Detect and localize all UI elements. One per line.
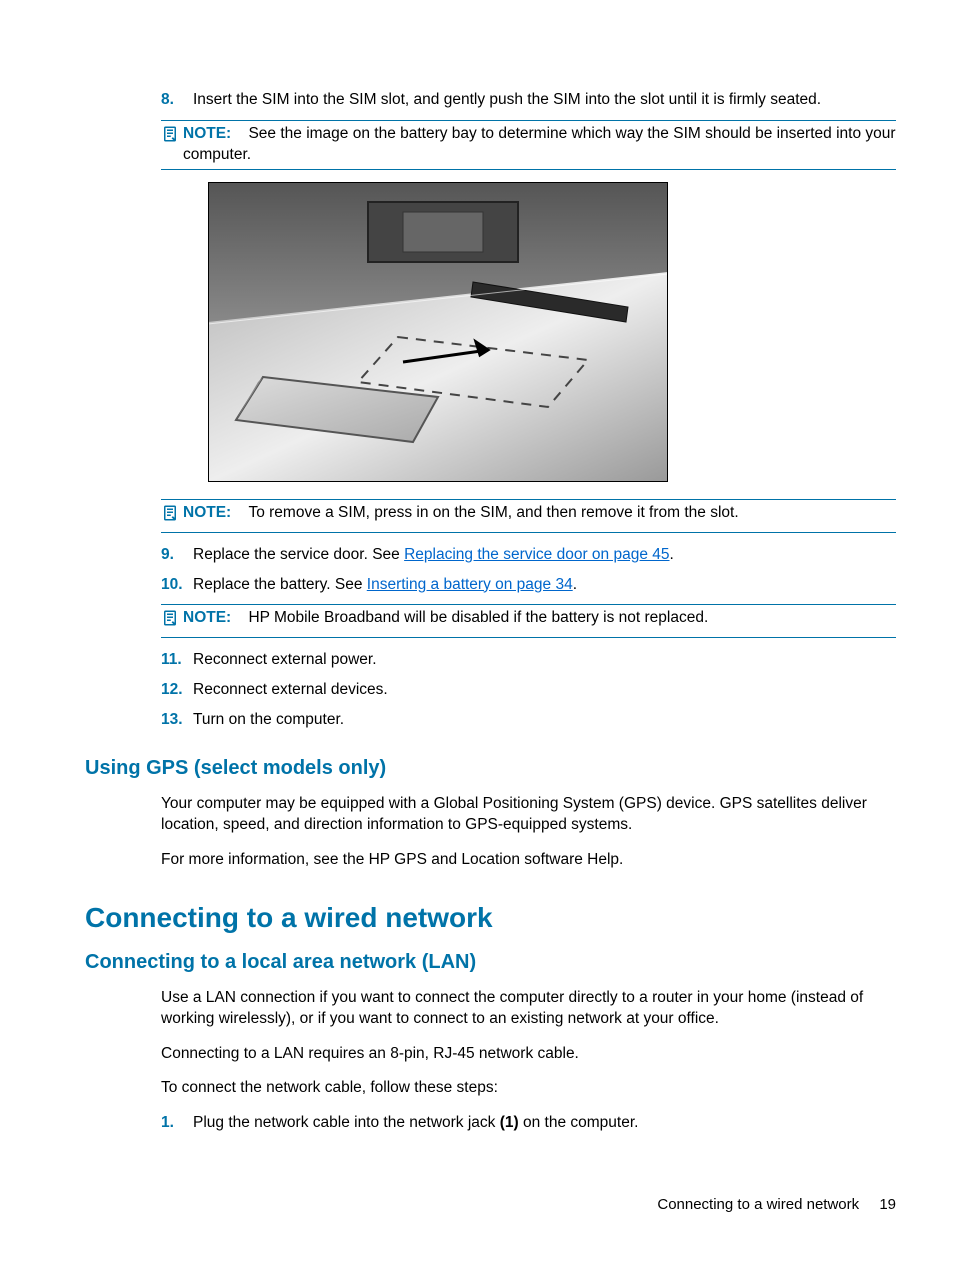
heading-lan: Connecting to a local area network (LAN) [85, 949, 896, 976]
note-icon [161, 609, 183, 634]
step-post: on the computer. [519, 1114, 639, 1131]
step-text: Replace the battery. See Inserting a bat… [193, 575, 896, 596]
step-pre: Replace the battery. See [193, 576, 367, 593]
step-bold: (1) [500, 1114, 519, 1131]
note-label: NOTE: [183, 125, 231, 142]
note-icon [161, 504, 183, 529]
step-post: . [573, 576, 577, 593]
step-12: 12. Reconnect external devices. [161, 680, 896, 701]
sim-slot-illustration [208, 182, 896, 489]
step-13: 13. Turn on the computer. [161, 710, 896, 731]
step-11: 11. Reconnect external power. [161, 650, 896, 671]
step-pre: Plug the network cable into the network … [193, 1114, 500, 1131]
para-lan-2: Connecting to a LAN requires an 8-pin, R… [161, 1044, 896, 1065]
link-service-door[interactable]: Replacing the service door on page 45 [404, 546, 669, 563]
step-number: 9. [161, 545, 193, 566]
step-text: Reconnect external power. [193, 650, 896, 671]
step-number: 11. [161, 650, 193, 671]
note-box-2: NOTE: To remove a SIM, press in on the S… [161, 499, 896, 533]
note-content: NOTE: See the image on the battery bay t… [183, 124, 896, 166]
para-gps-2: For more information, see the HP GPS and… [161, 850, 896, 871]
page-number: 19 [879, 1196, 896, 1213]
step-text: Replace the service door. See Replacing … [193, 545, 896, 566]
note-label: NOTE: [183, 609, 231, 626]
step-number: 10. [161, 575, 193, 596]
note-label: NOTE: [183, 504, 231, 521]
para-lan-3: To connect the network cable, follow the… [161, 1078, 896, 1099]
step-10: 10. Replace the battery. See Inserting a… [161, 575, 896, 596]
step-text: Insert the SIM into the SIM slot, and ge… [193, 90, 896, 111]
note-icon [161, 125, 183, 150]
note-content: NOTE: To remove a SIM, press in on the S… [183, 503, 896, 524]
note-box-1: NOTE: See the image on the battery bay t… [161, 120, 896, 170]
para-lan-1: Use a LAN connection if you want to conn… [161, 988, 896, 1030]
step-pre: Replace the service door. See [193, 546, 404, 563]
page-footer: Connecting to a wired network 19 [657, 1195, 896, 1215]
footer-label: Connecting to a wired network [657, 1196, 859, 1213]
step-number: 1. [161, 1113, 193, 1134]
note-content: NOTE: HP Mobile Broadband will be disabl… [183, 608, 896, 629]
para-gps-1: Your computer may be equipped with a Glo… [161, 794, 896, 836]
step-number: 13. [161, 710, 193, 731]
heading-gps: Using GPS (select models only) [85, 755, 896, 782]
step-number: 8. [161, 90, 193, 111]
heading-wired: Connecting to a wired network [85, 899, 896, 937]
step-8: 8. Insert the SIM into the SIM slot, and… [161, 90, 896, 111]
step-9: 9. Replace the service door. See Replaci… [161, 545, 896, 566]
note-text: HP Mobile Broadband will be disabled if … [248, 609, 708, 626]
note-text: To remove a SIM, press in on the SIM, an… [248, 504, 738, 521]
step-text: Plug the network cable into the network … [193, 1113, 896, 1134]
note-text: See the image on the battery bay to dete… [183, 125, 896, 163]
step-text: Reconnect external devices. [193, 680, 896, 701]
step-number: 12. [161, 680, 193, 701]
step-text: Turn on the computer. [193, 710, 896, 731]
link-battery[interactable]: Inserting a battery on page 34 [367, 576, 573, 593]
note-box-3: NOTE: HP Mobile Broadband will be disabl… [161, 604, 896, 638]
lan-step-1: 1. Plug the network cable into the netwo… [161, 1113, 896, 1134]
step-post: . [670, 546, 674, 563]
